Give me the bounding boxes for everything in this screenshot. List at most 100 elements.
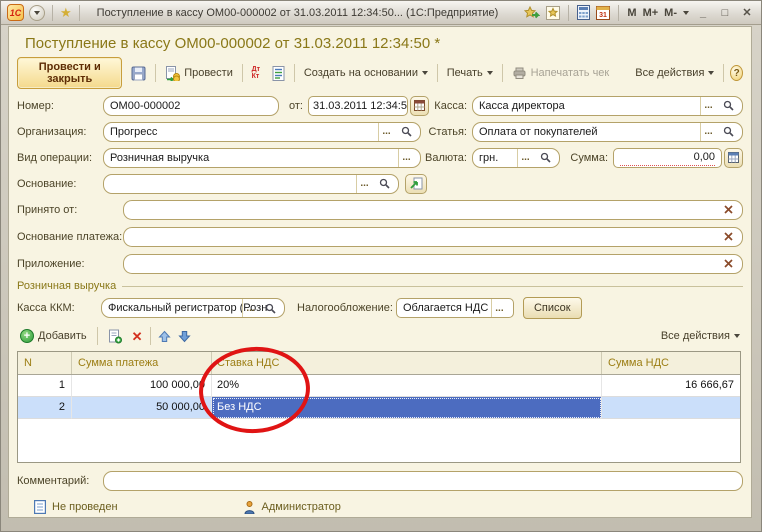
magnifier-icon[interactable] (537, 149, 553, 167)
close-button[interactable]: ✕ (739, 6, 755, 19)
calculator-icon (728, 152, 739, 163)
magnifier-icon[interactable] (376, 175, 392, 193)
date-field[interactable]: 31.03.2011 12:34:50 (307, 95, 408, 116)
choose-button[interactable]: ... (242, 299, 258, 317)
operation-kind-label: Вид операции: (17, 151, 93, 164)
cell-payment[interactable]: 100 000,00 (72, 375, 212, 397)
cell-n[interactable]: 2 (18, 397, 72, 419)
appendix-field[interactable] (123, 253, 743, 274)
app-window: 1С ★ Поступление в кассу ОМ00-000002 от … (0, 0, 762, 532)
movements-report-button[interactable] (269, 64, 288, 83)
table-row[interactable]: 1 100 000,00 20% 16 666,67 (18, 375, 740, 397)
cell-vat-sum[interactable]: 16 666,67 (602, 375, 740, 397)
taxation-field[interactable]: Облагается НДС ... (395, 298, 514, 318)
appendix-label: Приложение: (17, 257, 85, 270)
main-menu-button[interactable] (29, 4, 45, 21)
create-based-on-button[interactable]: Создать на основании (301, 65, 431, 81)
copy-row-button[interactable] (105, 327, 125, 346)
magnifier-icon[interactable] (720, 97, 736, 115)
chevron-down-icon (421, 71, 428, 75)
all-actions-button[interactable]: Все действия (632, 65, 717, 81)
accepted-from-label: Принято от: (17, 203, 78, 216)
grid-all-actions-button[interactable]: Все действия (658, 328, 743, 344)
move-down-button[interactable] (177, 330, 191, 343)
more-tools-chevron-icon[interactable] (683, 10, 689, 15)
calendar-icon (413, 100, 425, 111)
memory-mminus-button[interactable]: M- (664, 7, 677, 19)
statya-field[interactable]: Оплата от покупателей ... (472, 121, 743, 142)
posted-status-text: Не проведен (52, 501, 118, 513)
currency-field[interactable]: грн. ... (472, 147, 560, 168)
col-header-payment[interactable]: Сумма платежа (72, 352, 212, 374)
comment-field[interactable] (103, 470, 743, 491)
post-icon (166, 65, 181, 81)
dtkt-button[interactable]: Дт Кт (249, 64, 263, 82)
post-and-close-button[interactable]: Провести и закрыть (17, 57, 123, 89)
cell-vat-sum[interactable] (602, 397, 740, 419)
col-header-vat-sum[interactable]: Сумма НДС (602, 352, 740, 374)
chevron-down-icon (486, 71, 493, 75)
maximize-button[interactable]: □ (717, 7, 733, 19)
delete-row-button[interactable]: ✕ (132, 330, 143, 343)
choose-button[interactable]: ... (398, 148, 414, 167)
calculator-icon[interactable] (577, 5, 591, 20)
minimize-button[interactable]: _ (695, 7, 711, 19)
cell-vat-rate[interactable]: 20% (212, 375, 602, 397)
document-list-icon (272, 65, 285, 81)
command-bar: Провести и закрыть Провести Дт Кт Создать… (17, 57, 744, 89)
group-line (122, 285, 743, 287)
basis-label: Основание: (17, 177, 77, 190)
col-header-n[interactable]: N (18, 352, 72, 374)
help-button[interactable]: ? (730, 65, 744, 81)
list-button[interactable]: Список (522, 297, 582, 319)
row-number-date-kassa: Номер: ОМ00-000002 от: 31.03.2011 12:34:… (17, 95, 743, 116)
choose-button[interactable]: ... (378, 122, 394, 141)
operation-kind-field[interactable]: Розничная выручка ... (103, 147, 421, 168)
col-header-vat-rate[interactable]: Ставка НДС (212, 352, 602, 374)
save-button[interactable] (128, 64, 149, 83)
cell-n[interactable]: 1 (18, 375, 72, 397)
payment-basis-field[interactable] (123, 226, 743, 247)
choose-button[interactable]: ... (700, 96, 716, 115)
magnifier-icon[interactable] (720, 123, 736, 141)
row-accepted-from: Принято от: (17, 199, 743, 220)
memory-m-button[interactable]: M (627, 7, 636, 19)
payment-detail-fields: Принято от: Основание платежа: Приложени… (17, 199, 743, 274)
amount-calculator-button[interactable] (724, 147, 743, 168)
choose-button[interactable]: ... (700, 122, 716, 141)
separator (155, 64, 157, 82)
add-favorite-icon[interactable] (524, 5, 541, 20)
cell-vat-rate-focused[interactable]: Без НДС (212, 397, 602, 419)
print-button[interactable]: Печать (444, 65, 496, 81)
kassa-field[interactable]: Касса директора ... (472, 95, 743, 116)
clear-icon[interactable] (720, 201, 736, 219)
choose-button[interactable]: ... (490, 299, 507, 317)
favorites-star-icon[interactable]: ★ (60, 6, 72, 19)
basis-field[interactable]: ... (103, 173, 399, 194)
calendar-icon[interactable]: 31 (596, 5, 611, 20)
cell-payment[interactable]: 50 000,00 (72, 397, 212, 419)
amount-field[interactable]: 0,00 (613, 147, 722, 168)
post-button[interactable]: Провести (162, 64, 236, 83)
accepted-from-field[interactable] (123, 199, 743, 220)
table-row-selected[interactable]: 2 50 000,00 Без НДС (18, 397, 740, 419)
kkm-field[interactable]: Фискальный регистратор (Розн ... (101, 298, 285, 318)
add-row-button[interactable]: + Добавить (17, 327, 90, 345)
fill-from-basis-button[interactable] (405, 173, 427, 194)
comment-label: Комментарий: (17, 474, 90, 487)
move-up-button[interactable] (157, 330, 171, 343)
magnifier-icon[interactable] (262, 299, 278, 317)
memory-mplus-button[interactable]: M+ (643, 7, 659, 19)
table-header-row: N Сумма платежа Ставка НДС Сумма НДС (18, 352, 740, 375)
row-appendix: Приложение: (17, 253, 743, 274)
1c-logo-icon[interactable]: 1С (7, 4, 24, 21)
choose-button[interactable]: ... (356, 174, 372, 193)
number-field[interactable]: ОМ00-000002 (103, 95, 279, 116)
show-favorites-icon[interactable] (546, 5, 561, 20)
clear-icon[interactable] (720, 255, 736, 273)
chevron-down-icon (34, 10, 40, 15)
organization-field[interactable]: Прогресс ... (103, 121, 421, 142)
choose-button[interactable]: ... (517, 148, 533, 167)
clear-icon[interactable] (720, 228, 736, 246)
magnifier-icon[interactable] (398, 123, 414, 141)
